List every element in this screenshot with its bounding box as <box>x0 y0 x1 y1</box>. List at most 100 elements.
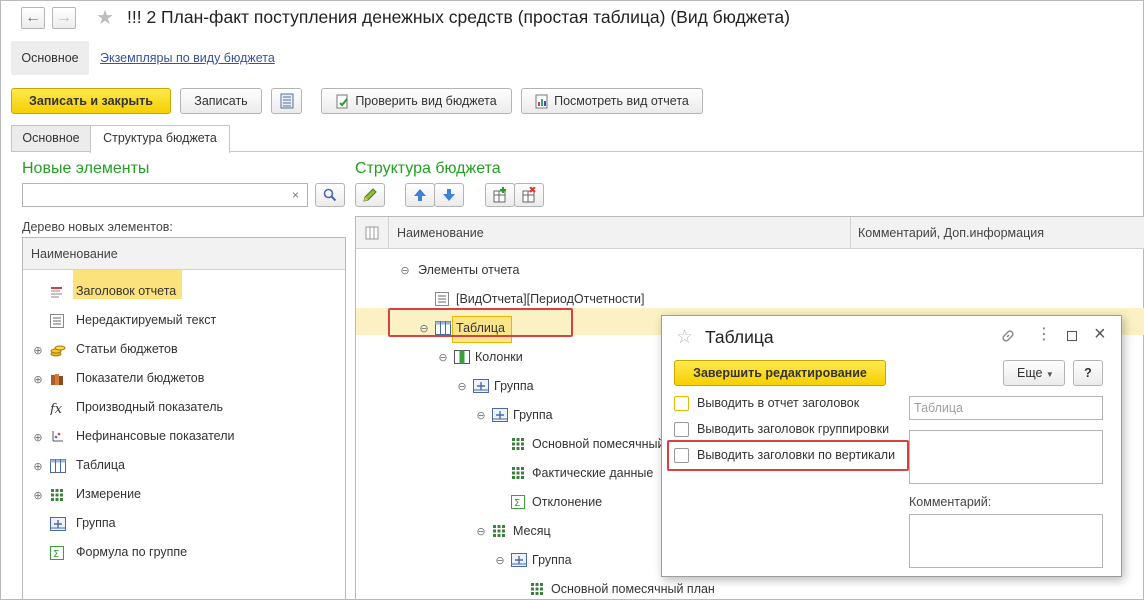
col-comment-header[interactable]: Комментарий, Доп.информация <box>858 217 1138 249</box>
structure-row-label[interactable]: Группа <box>532 553 572 567</box>
grid-icon <box>511 437 525 454</box>
comment-label: Комментарий: <box>909 495 992 509</box>
structure-row-label[interactable]: [ВидОтчета][ПериодОтчетности] <box>456 292 644 306</box>
grid-icon <box>50 488 64 505</box>
help-button[interactable]: ? <box>1073 360 1103 386</box>
tree-item-label[interactable]: Нередактируемый текст <box>76 313 216 327</box>
svg-text:fx: fx <box>50 402 63 415</box>
collapse-icon[interactable]: ⊖ <box>476 410 486 422</box>
more-button[interactable]: Еще ▼ <box>1003 360 1065 386</box>
table-dialog: ☆ Таблица ⋮ × Завершить редактирование Е… <box>661 315 1122 577</box>
tab-main[interactable]: Основное <box>11 125 91 152</box>
view-report-label: Посмотреть вид отчета <box>554 94 689 108</box>
structure-row-label[interactable]: Колонки <box>475 350 523 364</box>
search-input[interactable] <box>22 183 308 207</box>
active-tab-gap <box>91 150 229 153</box>
fx-icon: fx <box>49 401 66 418</box>
coins-icon <box>50 343 66 360</box>
tab-budget-structure[interactable]: Структура бюджета <box>90 125 230 153</box>
tree-item-label[interactable]: Нефинансовые показатели <box>76 429 234 443</box>
more-label: Еще <box>1017 366 1043 380</box>
collapse-icon[interactable]: ⊖ <box>438 352 448 364</box>
move-up-button[interactable] <box>405 183 435 207</box>
tree-item-label[interactable]: Формула по группе <box>76 545 187 559</box>
show-title-label: Выводить в отчет заголовок <box>697 396 860 410</box>
group-icon <box>50 517 66 534</box>
structure-row-label[interactable]: Основной помесячный план <box>551 582 715 596</box>
close-icon: × <box>291 188 299 202</box>
collapse-icon[interactable]: ⊖ <box>400 265 410 277</box>
tree-item-label[interactable]: Измерение <box>76 487 141 501</box>
axis-icon <box>50 430 64 447</box>
link-icon[interactable] <box>1000 328 1016 347</box>
structure-row-label[interactable]: Отклонение <box>532 495 602 509</box>
report-header-icon <box>50 285 64 302</box>
grid-icon <box>511 466 525 483</box>
expand-icon[interactable]: ⊕ <box>33 461 43 473</box>
back-button[interactable]: ← <box>21 7 45 29</box>
show-title-checkbox[interactable] <box>674 396 689 411</box>
clear-search-button[interactable]: × <box>284 183 308 207</box>
close-icon[interactable]: × <box>1094 324 1106 344</box>
maximize-icon[interactable] <box>1067 331 1077 341</box>
expand-icon[interactable]: ⊕ <box>33 432 43 444</box>
header-icon-cell[interactable] <box>356 217 389 249</box>
edit-button[interactable] <box>355 183 385 207</box>
budget-instances-link[interactable]: Экземпляры по виду бюджета <box>100 51 275 65</box>
favorite-star-icon[interactable]: ★ <box>96 8 114 28</box>
structure-row-label[interactable]: Группа <box>513 408 553 422</box>
pencil-icon <box>363 188 377 202</box>
group-icon <box>473 379 489 396</box>
show-group-header-checkbox[interactable] <box>674 422 689 437</box>
structure-row-label[interactable]: Элементы отчета <box>418 263 519 277</box>
check-budget-button[interactable]: Проверить вид бюджета <box>321 88 512 114</box>
comment-textarea[interactable] <box>909 514 1103 568</box>
tree-item-label[interactable]: Заголовок отчета <box>76 284 176 298</box>
collapse-icon[interactable]: ⊖ <box>457 381 467 393</box>
expand-icon[interactable]: ⊕ <box>33 490 43 502</box>
col-name-header[interactable]: Наименование <box>397 217 837 249</box>
table-title-input[interactable]: Таблица <box>909 396 1103 420</box>
tree-item-label[interactable]: Группа <box>76 516 116 530</box>
more-vertical-icon[interactable]: ⋮ <box>1036 327 1052 343</box>
list-icon <box>280 93 293 109</box>
sigma-icon: Σ <box>50 546 64 563</box>
tree-item-label[interactable]: Таблица <box>76 458 125 472</box>
tree-item-label[interactable]: Показатели бюджетов <box>76 371 204 385</box>
add-row-button[interactable] <box>485 183 515 207</box>
tree-item-label[interactable]: Статьи бюджетов <box>76 342 178 356</box>
text-icon <box>435 292 449 309</box>
finish-editing-button[interactable]: Завершить редактирование <box>674 360 886 386</box>
sigma-icon: Σ <box>511 495 525 512</box>
top-tab-main[interactable]: Основное <box>11 41 89 75</box>
text-icon <box>50 314 64 331</box>
tree-item-label[interactable]: Производный показатель <box>76 400 223 414</box>
expand-icon[interactable]: ⊕ <box>33 345 43 357</box>
dialog-favorite-icon[interactable]: ☆ <box>676 328 693 348</box>
table-description-textarea[interactable] <box>909 430 1103 484</box>
table-icon <box>50 459 66 476</box>
columns-icon <box>454 350 470 367</box>
collapse-icon[interactable]: ⊖ <box>476 526 486 538</box>
structure-row-label[interactable]: Фактические данные <box>532 466 653 480</box>
save-button[interactable]: Записать <box>180 88 262 114</box>
move-down-button[interactable] <box>434 183 464 207</box>
structure-row-label[interactable]: Группа <box>494 379 534 393</box>
view-report-button[interactable]: Посмотреть вид отчета <box>521 88 703 114</box>
forward-button[interactable]: → <box>52 7 76 29</box>
books-icon <box>50 372 66 389</box>
structure-row-label[interactable]: Месяц <box>513 524 551 538</box>
chevron-down-icon: ▼ <box>1045 370 1054 379</box>
arrow-down-icon <box>443 189 455 201</box>
svg-text:Σ: Σ <box>53 549 59 560</box>
group-icon <box>492 408 508 425</box>
grid-icon <box>530 582 544 599</box>
search-button[interactable] <box>315 183 345 207</box>
report-chart-icon <box>535 94 548 109</box>
save-close-button[interactable]: Записать и закрыть <box>11 88 171 114</box>
left-column-header[interactable]: Наименование <box>23 238 345 270</box>
expand-icon[interactable]: ⊕ <box>33 374 43 386</box>
delete-row-button[interactable] <box>514 183 544 207</box>
collapse-icon[interactable]: ⊖ <box>495 555 505 567</box>
list-button[interactable] <box>271 88 302 114</box>
